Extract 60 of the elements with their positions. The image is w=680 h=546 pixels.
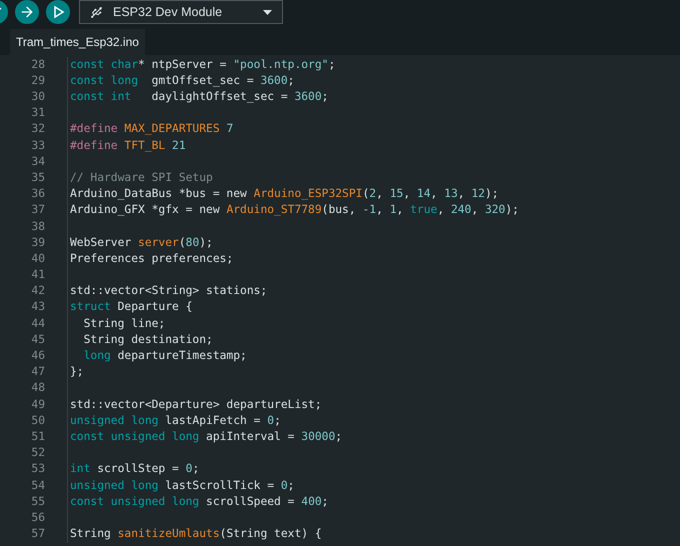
line-number: 50 xyxy=(30,412,45,429)
line-number: 35 xyxy=(30,170,45,186)
line-number: 54 xyxy=(30,478,45,494)
code-line: WebServer server(80); xyxy=(70,234,213,251)
line-number: 47 xyxy=(30,364,45,380)
line-number: 56 xyxy=(30,510,45,526)
line-number: 37 xyxy=(30,202,45,218)
line-number: 38 xyxy=(30,218,45,234)
line-number: 28 xyxy=(30,56,45,73)
code-line: Arduino_GFX *gfx = new Arduino_ST7789(bus, -1, 1, true, 240, 320); xyxy=(70,202,519,218)
line-number: 36 xyxy=(30,186,45,202)
arrow-icon xyxy=(19,4,35,20)
line-number: 34 xyxy=(30,154,45,170)
code-line: const long gmtOffset_sec = 3600; xyxy=(70,72,294,89)
code-line: const unsigned long apiInterval = 30000; xyxy=(70,428,342,445)
code-line: String sanitizeUmlauts(String text) { xyxy=(70,526,322,542)
line-number: 46 xyxy=(30,348,45,364)
line-number: 32 xyxy=(30,121,45,138)
line-number: 43 xyxy=(30,299,45,316)
code-line: const unsigned long scrollSpeed = 400; xyxy=(70,494,328,510)
code-line: unsigned long lastScrollTick = 0; xyxy=(70,478,294,494)
line-number: 51 xyxy=(30,428,45,445)
code-line: std::vector<String> stations; xyxy=(70,283,268,300)
code-line: std::vector<Departure> departureList; xyxy=(70,396,322,413)
line-number: 52 xyxy=(30,445,45,462)
line-number: 39 xyxy=(30,234,45,251)
code-line: unsigned long lastApiFetch = 0; xyxy=(70,412,281,429)
line-number: 55 xyxy=(30,494,45,510)
code-line: Arduino_DataBus *bus = new Arduino_ESP32SPI(2, 15, 14, 13, 12); xyxy=(70,186,499,202)
code-line: #define MAX_DEPARTURES 7 xyxy=(70,121,234,138)
debug-button[interactable] xyxy=(46,0,70,24)
caret-icon xyxy=(263,10,272,14)
line-number: 41 xyxy=(30,267,45,284)
line-number: 45 xyxy=(30,332,45,348)
code-line: // Hardware SPI Setup xyxy=(70,170,213,186)
code-line: Preferences preferences; xyxy=(70,250,234,267)
code-line: }; xyxy=(70,364,84,380)
code-line: String destination; xyxy=(82,332,213,348)
code-line: #define TFT_BL 21 xyxy=(70,138,186,154)
line-number: 30 xyxy=(30,89,45,105)
line-number: 57 xyxy=(30,526,45,542)
usb-icon xyxy=(90,6,103,18)
code-line: String line; xyxy=(82,316,166,332)
code-line: const int daylightOffset_sec = 3600; xyxy=(70,89,328,105)
code-line: struct Departure { xyxy=(70,299,192,316)
line-number: 49 xyxy=(30,396,45,413)
line-number: 31 xyxy=(30,105,45,122)
line-number: 40 xyxy=(30,250,45,267)
line-number: 53 xyxy=(30,461,45,478)
code-line: int scrollStep = 0; xyxy=(70,461,200,478)
upload-button[interactable] xyxy=(15,0,39,24)
code-line: long departureTimestamp; xyxy=(82,348,247,364)
line-number: 44 xyxy=(30,316,45,332)
code-line: const char* ntpServer = "pool.ntp.org"; xyxy=(70,56,336,73)
line-number: 29 xyxy=(30,72,45,89)
line-number: 48 xyxy=(30,380,45,396)
file-tab[interactable]: Tram_times_Esp32.ino xyxy=(10,29,145,55)
line-number: 33 xyxy=(30,138,45,154)
board-selector[interactable]: ESP32 Dev Module xyxy=(79,0,283,24)
line-number: 42 xyxy=(30,283,45,300)
